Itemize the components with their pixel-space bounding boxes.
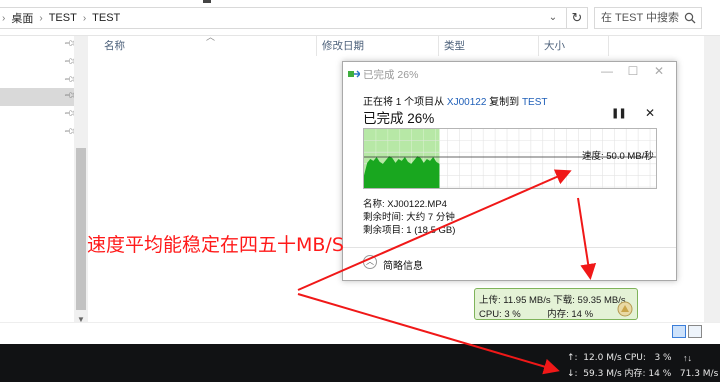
arrow-to-taskbar: [297, 293, 560, 375]
annotation-arrows: [297, 169, 597, 375]
arrow-to-speed-label: [297, 169, 572, 291]
arrow-to-speed-meter: [577, 197, 597, 280]
